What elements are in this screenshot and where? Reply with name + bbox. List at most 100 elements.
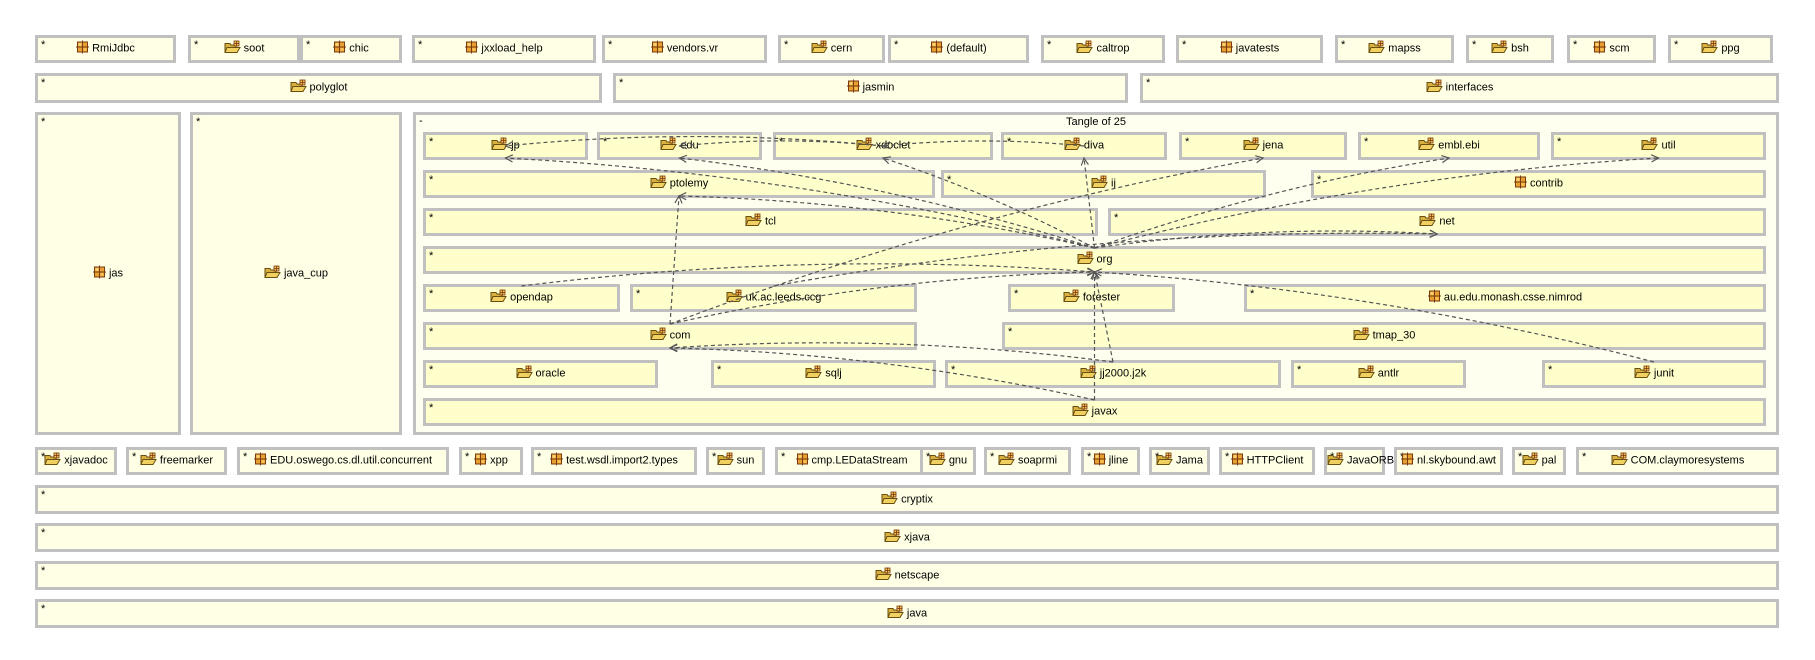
package-label: java: [38, 605, 1776, 622]
expand-marker[interactable]: *: [196, 116, 200, 128]
package-box-org[interactable]: * org: [423, 246, 1766, 274]
package-name: pal: [1541, 454, 1557, 467]
package-box-xjavadoc[interactable]: * xjavadoc: [35, 447, 117, 475]
package-label: (default): [891, 40, 1026, 58]
package-box-pal[interactable]: * pal: [1512, 447, 1566, 475]
package-box-embl-ebi[interactable]: * embl.ebi: [1358, 132, 1540, 160]
package-box-util[interactable]: * util: [1551, 132, 1766, 160]
package-box-httpclient[interactable]: * HTTPClient: [1219, 447, 1315, 475]
folder-icon: [1634, 365, 1651, 383]
package-label: uk.ac.leeds.ccg: [633, 289, 914, 307]
folder-icon: [811, 40, 828, 58]
package-name: au.edu.monash.csse.nimrod: [1443, 291, 1583, 304]
package-name: COM.claymoresystems: [1630, 454, 1745, 467]
package-box-oracle[interactable]: * oracle: [423, 360, 658, 388]
package-box-tcl[interactable]: * tcl: [423, 208, 1098, 236]
package-name: uk.ac.leeds.ccg: [745, 291, 822, 304]
package-box-edu-oswego-cs-dl-util-concurrent[interactable]: * EDU.oswego.cs.dl.util.concurrent: [237, 447, 449, 475]
package-name: jas: [108, 267, 124, 279]
package-box-xdoclet[interactable]: * xdoclet: [773, 132, 993, 160]
package-label: org: [426, 251, 1763, 269]
package-box-jp[interactable]: * jp: [423, 132, 588, 160]
package-box-cmp-ledatastream[interactable]: * cmp.LEDataStream: [775, 447, 928, 475]
package-box-vendors-vr[interactable]: * vendors.vr: [602, 35, 767, 63]
expand-marker[interactable]: *: [41, 116, 45, 128]
package-box-junit[interactable]: * junit: [1542, 360, 1766, 388]
package-box-jama[interactable]: *Jama: [1149, 447, 1210, 475]
package-box-chic[interactable]: * chic: [300, 35, 402, 63]
package-box-contrib[interactable]: * contrib: [1311, 170, 1766, 198]
package-box-forester[interactable]: * forester: [1008, 284, 1175, 312]
package-box-soaprmi[interactable]: * soaprmi: [984, 447, 1071, 475]
package-label: jxxload_help: [415, 40, 593, 58]
package-box-bsh[interactable]: * bsh: [1466, 35, 1554, 63]
package-box-jas[interactable]: * jas: [35, 112, 181, 435]
package-box-gnu[interactable]: * gnu: [920, 447, 976, 475]
package-label: JavaORB: [1327, 452, 1394, 470]
package-box-cern[interactable]: * cern: [778, 35, 885, 63]
package-icon: [474, 452, 488, 470]
folder-icon: [881, 491, 898, 508]
package-box-com-claymoresystems[interactable]: * COM.claymoresystems: [1576, 447, 1779, 475]
package-box-uk-ac-leeds-ccg[interactable]: * uk.ac.leeds.ccg: [630, 284, 917, 312]
package-box-cryptix[interactable]: * cryptix: [35, 485, 1779, 514]
package-box-edu[interactable]: * edu: [597, 132, 762, 160]
package-box-opendap[interactable]: * opendap: [423, 284, 620, 312]
package-label: caltrop: [1044, 40, 1162, 58]
package-box-ppg[interactable]: * ppg: [1668, 35, 1773, 63]
package-box-rmijdbc[interactable]: * RmiJdbc: [35, 35, 176, 63]
package-box-nl-skybound-awt[interactable]: *nl.skybound.awt: [1394, 447, 1503, 475]
folder-icon: [1418, 137, 1436, 155]
package-label: freemarker: [129, 452, 224, 470]
package-box-sun[interactable]: * sun: [706, 447, 765, 475]
package-box-xpp[interactable]: * xpp: [459, 447, 523, 475]
package-box-javatests[interactable]: * javatests: [1176, 35, 1323, 63]
package-box-tmap-30[interactable]: * tmap_30: [1002, 322, 1766, 350]
package-box-au-edu-monash-csse-nimrod[interactable]: * au.edu.monash.csse.nimrod: [1244, 284, 1766, 312]
package-name: test.wsdl.import2.types: [566, 454, 678, 467]
folder-icon: [1491, 40, 1509, 58]
package-box-netscape[interactable]: * netscape: [35, 561, 1779, 590]
package-box-mapss[interactable]: * mapss: [1335, 35, 1454, 63]
package-label: netscape: [38, 567, 1776, 584]
package-box-jasmin[interactable]: * jasmin: [613, 73, 1128, 103]
package-box-java-cup[interactable]: * java_cup: [190, 112, 402, 435]
package-box-sqlj[interactable]: * sqlj: [711, 360, 936, 388]
package-name: cmp.LEDataStream: [811, 454, 908, 467]
package-box-caltrop[interactable]: * caltrop: [1041, 35, 1165, 63]
package-box-jena[interactable]: * jena: [1179, 132, 1347, 160]
package-box-antlr[interactable]: * antlr: [1291, 360, 1466, 388]
package-name: embl.ebi: [1438, 139, 1480, 152]
package-box-freemarker[interactable]: * freemarker: [126, 447, 227, 475]
package-box-ij[interactable]: * ij: [941, 170, 1266, 198]
package-box-scm[interactable]: * scm: [1567, 35, 1656, 63]
package-box-com[interactable]: * com: [423, 322, 917, 350]
folder-icon: [1242, 137, 1260, 155]
package-label: contrib: [1314, 175, 1763, 193]
folder-icon: [1063, 289, 1080, 307]
package-icon: [76, 40, 90, 58]
package-box-ptolemy[interactable]: * ptolemy: [423, 170, 935, 198]
package-name: jxxload_help: [481, 42, 543, 55]
folder-icon: [716, 452, 734, 470]
package-box-jline[interactable]: * jline: [1081, 447, 1140, 475]
folder-icon: [1064, 137, 1081, 155]
package-box-diva[interactable]: * diva: [1001, 132, 1167, 160]
package-name: com: [669, 329, 691, 342]
folder-icon: [515, 365, 533, 383]
package-box-interfaces[interactable]: * interfaces: [1140, 73, 1779, 103]
package-box-javaorb[interactable]: *JavaORB: [1324, 447, 1394, 475]
package-box-javax[interactable]: * javax: [423, 398, 1766, 426]
package-box-jj2000-j2k[interactable]: * jj2000.j2k: [945, 360, 1281, 388]
package-box-polyglot[interactable]: * polyglot: [35, 73, 602, 103]
package-box-jxxload-help[interactable]: * jxxload_help: [412, 35, 596, 63]
package-label: COM.claymoresystems: [1579, 452, 1776, 470]
package-label: test.wsdl.import2.types: [534, 452, 694, 470]
package-name: xpp: [490, 454, 508, 467]
package-box-soot[interactable]: * soot: [188, 35, 300, 63]
package-box-net[interactable]: * net: [1108, 208, 1766, 236]
package-box-default[interactable]: * (default): [888, 35, 1029, 63]
package-box-test-wsdl-import2-types[interactable]: * test.wsdl.import2.types: [531, 447, 697, 475]
package-box-xjava[interactable]: * xjava: [35, 523, 1779, 552]
package-box-java[interactable]: * java: [35, 599, 1779, 628]
